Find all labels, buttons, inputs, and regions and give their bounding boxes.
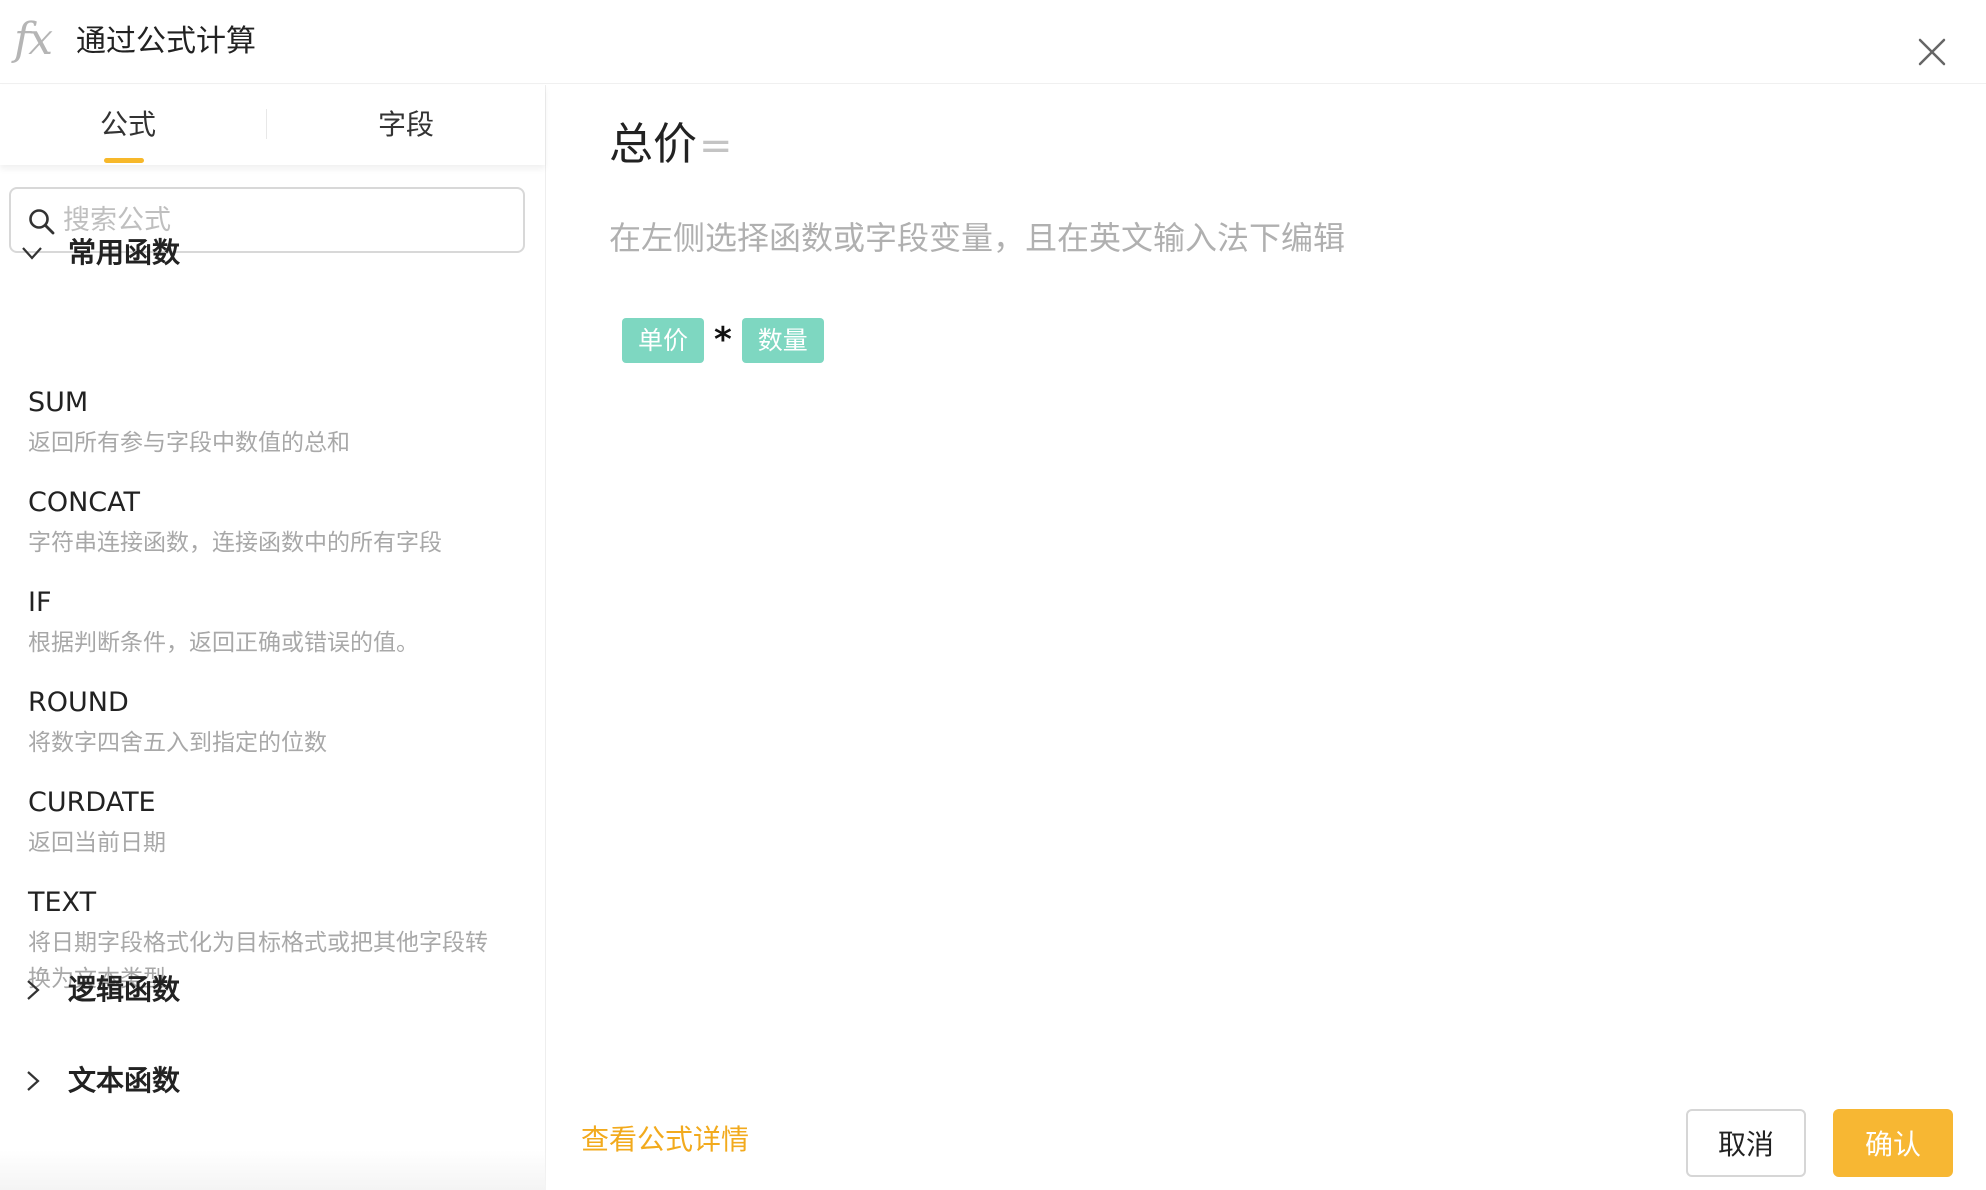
dialog-header: fx 通过公式计算	[0, 0, 1986, 84]
function-desc: 返回当前日期	[28, 830, 166, 856]
function-name: CURDATE	[28, 787, 156, 818]
formula-details-link[interactable]: 查看公式详情	[581, 1120, 749, 1160]
function-name: SUM	[28, 387, 89, 418]
function-desc: 将数字四舍五入到指定的位数	[28, 730, 327, 756]
field-chip-quantity[interactable]: 数量	[741, 318, 824, 363]
function-item-if[interactable]: IF 根据判断条件，返回正确或错误的值。	[28, 585, 528, 661]
tab-divider	[266, 109, 267, 139]
cancel-button[interactable]: 取消	[1686, 1109, 1806, 1177]
function-desc: 返回所有参与字段中数值的总和	[28, 430, 350, 456]
chevron-right-icon	[27, 1071, 40, 1091]
operator: *	[714, 320, 732, 360]
close-icon[interactable]	[1912, 32, 1952, 72]
group-title: 常用函数	[68, 236, 181, 269]
group-text-functions[interactable]: 文本函数	[0, 1051, 546, 1111]
fx-icon: fx	[14, 14, 53, 65]
function-name: IF	[28, 587, 52, 618]
tab-field[interactable]: 字段	[378, 85, 434, 165]
active-tab-indicator	[104, 158, 144, 163]
function-panel: 公式 字段 常用函数 SUM 返回所有参与字段中数值的总和 CONCAT 字符串	[0, 85, 546, 1190]
equals-sign: =	[699, 123, 733, 169]
chevron-right-icon	[27, 980, 40, 1000]
editor-hint: 在左侧选择函数或字段变量，且在英文输入法下编辑	[609, 219, 1346, 257]
target-field-name: 总价	[609, 119, 697, 170]
function-desc: 根据判断条件，返回正确或错误的值。	[28, 630, 419, 656]
function-item-concat[interactable]: CONCAT 字符串连接函数，连接函数中的所有字段	[28, 485, 528, 561]
formula-target-field: 总价=	[609, 115, 733, 176]
function-item-round[interactable]: ROUND 将数字四舍五入到指定的位数	[28, 685, 528, 761]
scroll-fade	[0, 1150, 546, 1190]
function-name: CONCAT	[28, 487, 141, 518]
group-title: 文本函数	[68, 1064, 181, 1097]
function-name: TEXT	[28, 887, 97, 918]
function-name: ROUND	[28, 687, 129, 718]
function-item-curdate[interactable]: CURDATE 返回当前日期	[28, 785, 528, 861]
chevron-down-icon	[22, 247, 42, 260]
formula-editor: 总价= 在左侧选择函数或字段变量，且在英文输入法下编辑 单价 * 数量 查看公式…	[547, 85, 1986, 1190]
group-logic-functions[interactable]: 逻辑函数	[0, 960, 546, 1020]
panel-tabs: 公式 字段	[0, 85, 545, 165]
formula-expression[interactable]: 单价 * 数量	[622, 318, 824, 363]
group-common-functions[interactable]: 常用函数	[0, 223, 546, 283]
function-item-sum[interactable]: SUM 返回所有参与字段中数值的总和	[28, 385, 528, 461]
dialog-title: 通过公式计算	[76, 24, 256, 59]
formula-dialog: fx 通过公式计算 公式 字段 常用函数	[0, 0, 1986, 1190]
confirm-button[interactable]: 确认	[1833, 1109, 1953, 1177]
tab-formula[interactable]: 公式	[100, 85, 156, 165]
group-title: 逻辑函数	[68, 973, 181, 1006]
field-chip-unit-price[interactable]: 单价	[622, 318, 705, 363]
function-desc: 字符串连接函数，连接函数中的所有字段	[28, 530, 442, 556]
